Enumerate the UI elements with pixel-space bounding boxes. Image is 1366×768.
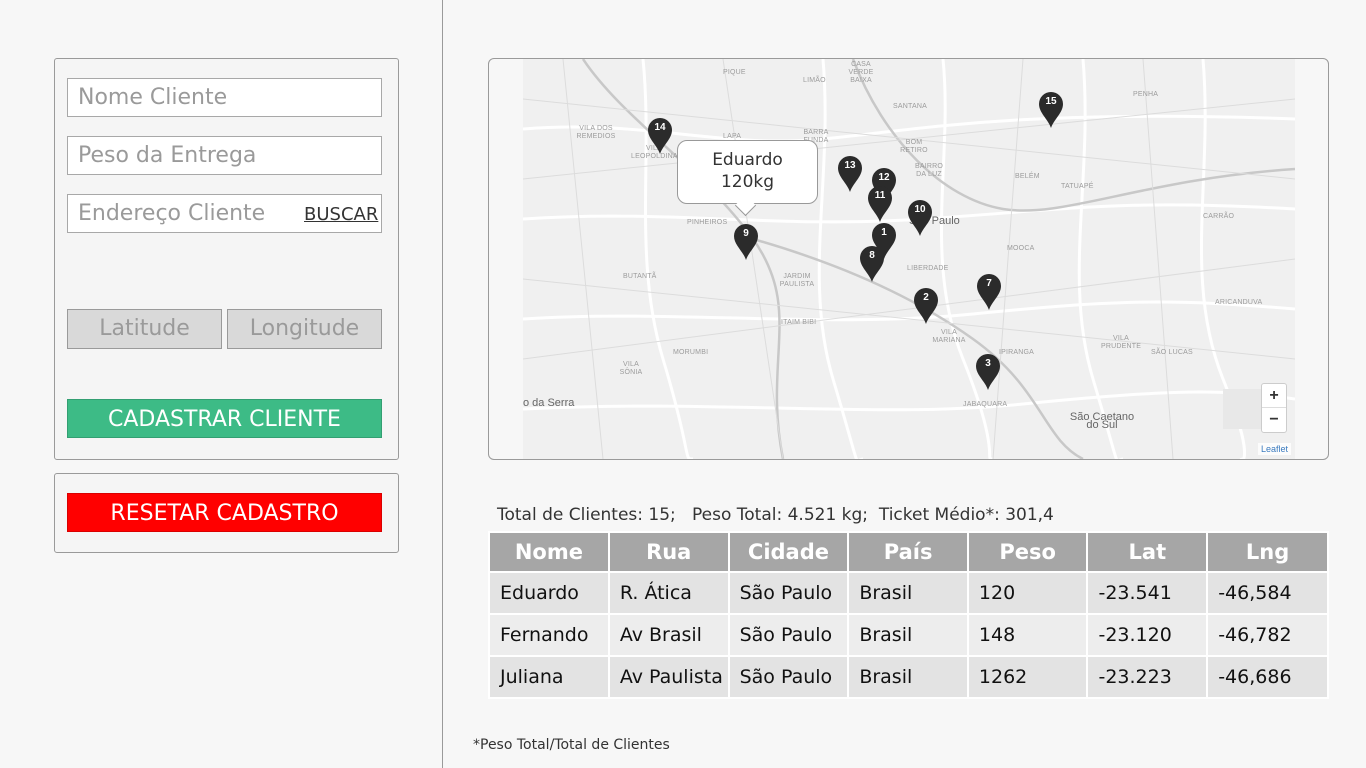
map-marker[interactable]: 8 xyxy=(859,245,885,283)
map-label: Bom Retiro xyxy=(900,139,928,154)
table-cell: -46,584 xyxy=(1206,571,1329,615)
table-cell: 120 xyxy=(966,571,1089,615)
table-cell: São Paulo xyxy=(727,571,850,615)
map-label: Bairro da Luz xyxy=(914,163,944,178)
table-cell: Brasil xyxy=(847,655,969,699)
map-label-sao-caetano: São Caetano do Sul xyxy=(1069,411,1135,431)
map-marker[interactable]: 13 xyxy=(837,155,863,193)
table-cell: -23.223 xyxy=(1086,655,1209,699)
map-label: Vila Sônia xyxy=(619,361,643,376)
map-marker[interactable]: 10 xyxy=(907,199,933,237)
map-label: Pique xyxy=(723,69,746,76)
marker-popup: Eduardo 120kg xyxy=(677,140,818,204)
table-cell: -23.541 xyxy=(1086,571,1209,615)
table-row: Fernando Av Brasil São Paulo Brasil 148 … xyxy=(488,613,1329,657)
column-header-peso: Peso xyxy=(966,531,1089,573)
table-cell: São Paulo xyxy=(727,655,850,699)
table-cell: -46,782 xyxy=(1206,613,1329,657)
map-label: Belém xyxy=(1015,173,1040,180)
map-marker[interactable]: 7 xyxy=(976,273,1002,311)
map-label: Casa Verde Baixa xyxy=(848,61,874,84)
map-marker[interactable]: 3 xyxy=(975,353,1001,391)
map-label: Morumbi xyxy=(673,349,709,356)
client-form-panel: BUSCAR Latitude Longitude CADASTRAR CLIE… xyxy=(54,58,399,460)
map-label: Jabaquara xyxy=(963,401,1008,408)
map-label: Vila dos Remedios xyxy=(576,125,616,140)
map-label: Itaim Bibi xyxy=(781,319,817,326)
map-label-serra: o da Serra xyxy=(523,397,575,409)
table-row: Juliana Av Paulista São Paulo Brasil 126… xyxy=(488,655,1329,699)
table-cell: R. Ática xyxy=(607,571,730,615)
map-label: São Lucas xyxy=(1151,349,1193,356)
leaflet-attribution-link[interactable]: Leaflet xyxy=(1257,443,1291,455)
table-header-row: Nome Rua Cidade País Peso Lat Lng xyxy=(488,531,1329,573)
map-label: Santana xyxy=(893,103,927,110)
table-cell: Av Paulista xyxy=(607,655,730,699)
map-label: Ipiranga xyxy=(999,349,1035,356)
zoom-out-button[interactable]: − xyxy=(1262,408,1286,432)
map-label: Butantã xyxy=(623,273,657,280)
zoom-control: + − xyxy=(1261,383,1287,433)
map-container: Pique Casa Verde Baixa Limão Santana Vil… xyxy=(488,58,1329,460)
client-name-input[interactable] xyxy=(67,78,382,117)
map-label: Tatuapé xyxy=(1061,183,1094,190)
column-header-pais: País xyxy=(847,531,969,573)
table-cell: Brasil xyxy=(847,613,969,657)
map-label: Limão xyxy=(803,77,826,84)
longitude-field: Longitude xyxy=(227,309,382,349)
vertical-divider xyxy=(442,0,443,768)
clients-table: Nome Rua Cidade País Peso Lat Lng Eduard… xyxy=(488,531,1329,699)
table-cell: Fernando xyxy=(488,613,610,657)
map-label: Liberdade xyxy=(907,265,949,272)
map-marker[interactable]: 9 xyxy=(733,223,759,261)
map-label: Aricanduva xyxy=(1215,299,1263,306)
popup-weight: 120kg xyxy=(720,172,775,192)
map-label: Vila Prudente xyxy=(1101,335,1142,350)
map[interactable]: Pique Casa Verde Baixa Limão Santana Vil… xyxy=(523,59,1295,459)
reset-panel: RESETAR CADASTRO xyxy=(54,473,399,553)
table-cell: 1262 xyxy=(966,655,1089,699)
table-cell: Juliana xyxy=(488,655,610,699)
table-row: Eduardo R. Ática São Paulo Brasil 120 -2… xyxy=(488,571,1329,615)
table-cell: Brasil xyxy=(847,571,969,615)
popup-name: Eduardo xyxy=(712,150,783,170)
register-client-button[interactable]: CADASTRAR CLIENTE xyxy=(67,399,382,438)
table-cell: 148 xyxy=(966,613,1089,657)
column-header-rua: Rua xyxy=(607,531,730,573)
table-cell: Av Brasil xyxy=(607,613,730,657)
table-cell: -46,686 xyxy=(1206,655,1329,699)
column-header-lng: Lng xyxy=(1206,531,1329,573)
delivery-weight-input[interactable] xyxy=(67,136,382,175)
map-label: Mooca xyxy=(1007,245,1035,252)
map-label: Jardim Paulista xyxy=(779,273,815,288)
map-label: Penha xyxy=(1133,91,1159,98)
map-marker[interactable]: 14 xyxy=(647,117,673,155)
table-cell: Eduardo xyxy=(488,571,610,615)
zoom-in-button[interactable]: + xyxy=(1262,384,1286,408)
latitude-field: Latitude xyxy=(67,309,222,349)
search-address-link[interactable]: BUSCAR xyxy=(304,204,378,225)
table-cell: São Paulo xyxy=(727,613,850,657)
summary-stats: Total de Clientes: 15; Peso Total: 4.521… xyxy=(497,505,1054,525)
map-marker[interactable]: 2 xyxy=(913,287,939,325)
table-cell: -23.120 xyxy=(1086,613,1209,657)
column-header-lat: Lat xyxy=(1086,531,1209,573)
footnote: *Peso Total/Total de Clientes xyxy=(473,737,670,753)
map-label: Vila Mariana xyxy=(932,329,966,344)
map-marker[interactable]: 15 xyxy=(1038,91,1064,129)
map-label: Pinheiros xyxy=(687,219,728,226)
map-marker[interactable]: 11 xyxy=(867,185,893,223)
map-label: Carrão xyxy=(1203,213,1235,220)
reset-button[interactable]: RESETAR CADASTRO xyxy=(67,493,382,532)
column-header-nome: Nome xyxy=(488,531,610,573)
map-streets xyxy=(523,59,1295,459)
column-header-cidade: Cidade xyxy=(727,531,850,573)
